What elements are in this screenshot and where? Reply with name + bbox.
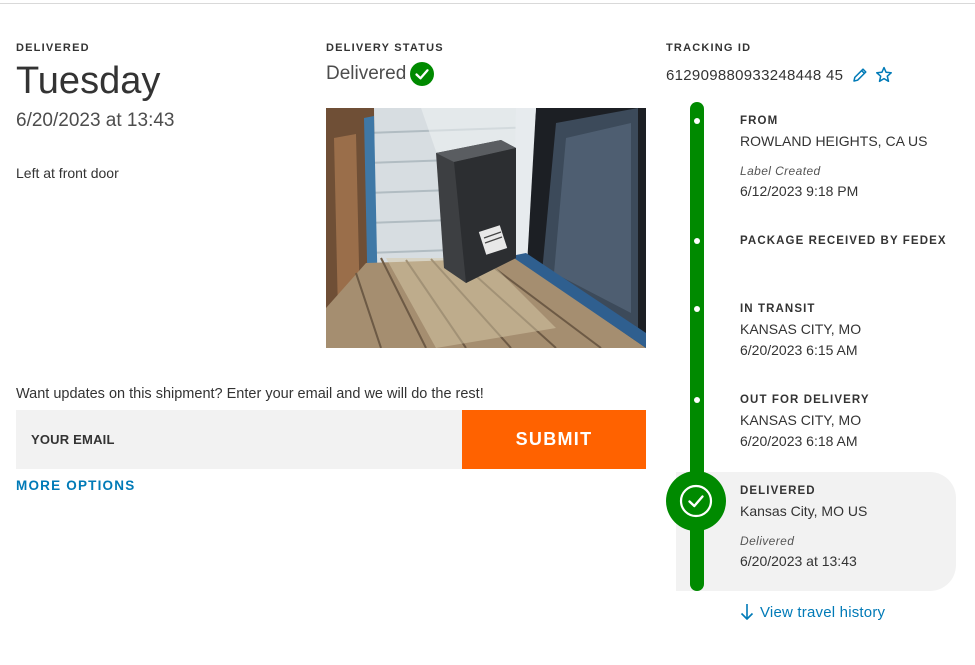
- timeline-out-heading: OUT FOR DELIVERY: [740, 394, 870, 406]
- delivery-status-text: Delivered: [326, 63, 407, 84]
- email-field-container: [16, 410, 462, 469]
- arrow-down-icon: [740, 604, 754, 620]
- timeline-transit-heading: IN TRANSIT: [740, 303, 816, 315]
- timeline-delivered-location: Kansas City, MO US: [740, 503, 868, 519]
- timeline-transit-location: KANSAS CITY, MO: [740, 321, 862, 337]
- pencil-icon[interactable]: [851, 66, 869, 84]
- proof-of-delivery-photo[interactable]: [326, 108, 646, 348]
- timeline-out-time: 6/20/2023 6:18 AM: [740, 433, 858, 449]
- submit-button[interactable]: SUBMIT: [462, 410, 646, 469]
- timeline-delivered-time: 6/20/2023 at 13:43: [740, 553, 857, 569]
- delivered-label: DELIVERED: [16, 42, 90, 54]
- timeline-from-location: ROWLAND HEIGHTS, CA US: [740, 133, 928, 149]
- check-circle-icon: [410, 62, 435, 86]
- tracking-id-label: TRACKING ID: [666, 42, 752, 54]
- delivery-status-label: DELIVERY STATUS: [326, 42, 444, 54]
- timeline-dot: [694, 306, 700, 312]
- timeline-from-time: 6/12/2023 9:18 PM: [740, 183, 859, 199]
- view-travel-history-label: View travel history: [760, 603, 886, 621]
- timeline-received-heading: PACKAGE RECEIVED BY FEDEX: [740, 235, 947, 247]
- timeline-out-location: KANSAS CITY, MO: [740, 412, 862, 428]
- tracking-id: 612909880933248448 45: [666, 66, 893, 84]
- timeline-delivered-heading: DELIVERED: [740, 485, 816, 497]
- star-outline-icon[interactable]: [875, 66, 893, 84]
- check-circle-large-icon: [666, 471, 726, 531]
- timeline-dot: [694, 118, 700, 124]
- delivery-datetime: 6/20/2023 at 13:43: [16, 110, 175, 131]
- page-top-border: [0, 0, 975, 4]
- timeline-from-event: Label Created: [740, 164, 821, 178]
- timeline-dot: [694, 397, 700, 403]
- timeline-transit-time: 6/20/2023 6:15 AM: [740, 342, 858, 358]
- tracking-number: 612909880933248448 45: [666, 66, 844, 84]
- delivery-day: Tuesday: [16, 60, 161, 102]
- timeline-delivered-event: Delivered: [740, 534, 795, 548]
- email-updates-prompt: Want updates on this shipment? Enter you…: [16, 386, 484, 402]
- porch-package-image: [326, 108, 646, 348]
- more-options-link[interactable]: MORE OPTIONS: [16, 478, 135, 493]
- view-travel-history-link[interactable]: View travel history: [740, 603, 885, 621]
- email-field[interactable]: [16, 410, 462, 469]
- timeline-dot: [694, 238, 700, 244]
- timeline-from-heading: FROM: [740, 115, 779, 127]
- delivery-status: Delivered: [326, 62, 435, 86]
- delivery-note: Left at front door: [16, 165, 119, 181]
